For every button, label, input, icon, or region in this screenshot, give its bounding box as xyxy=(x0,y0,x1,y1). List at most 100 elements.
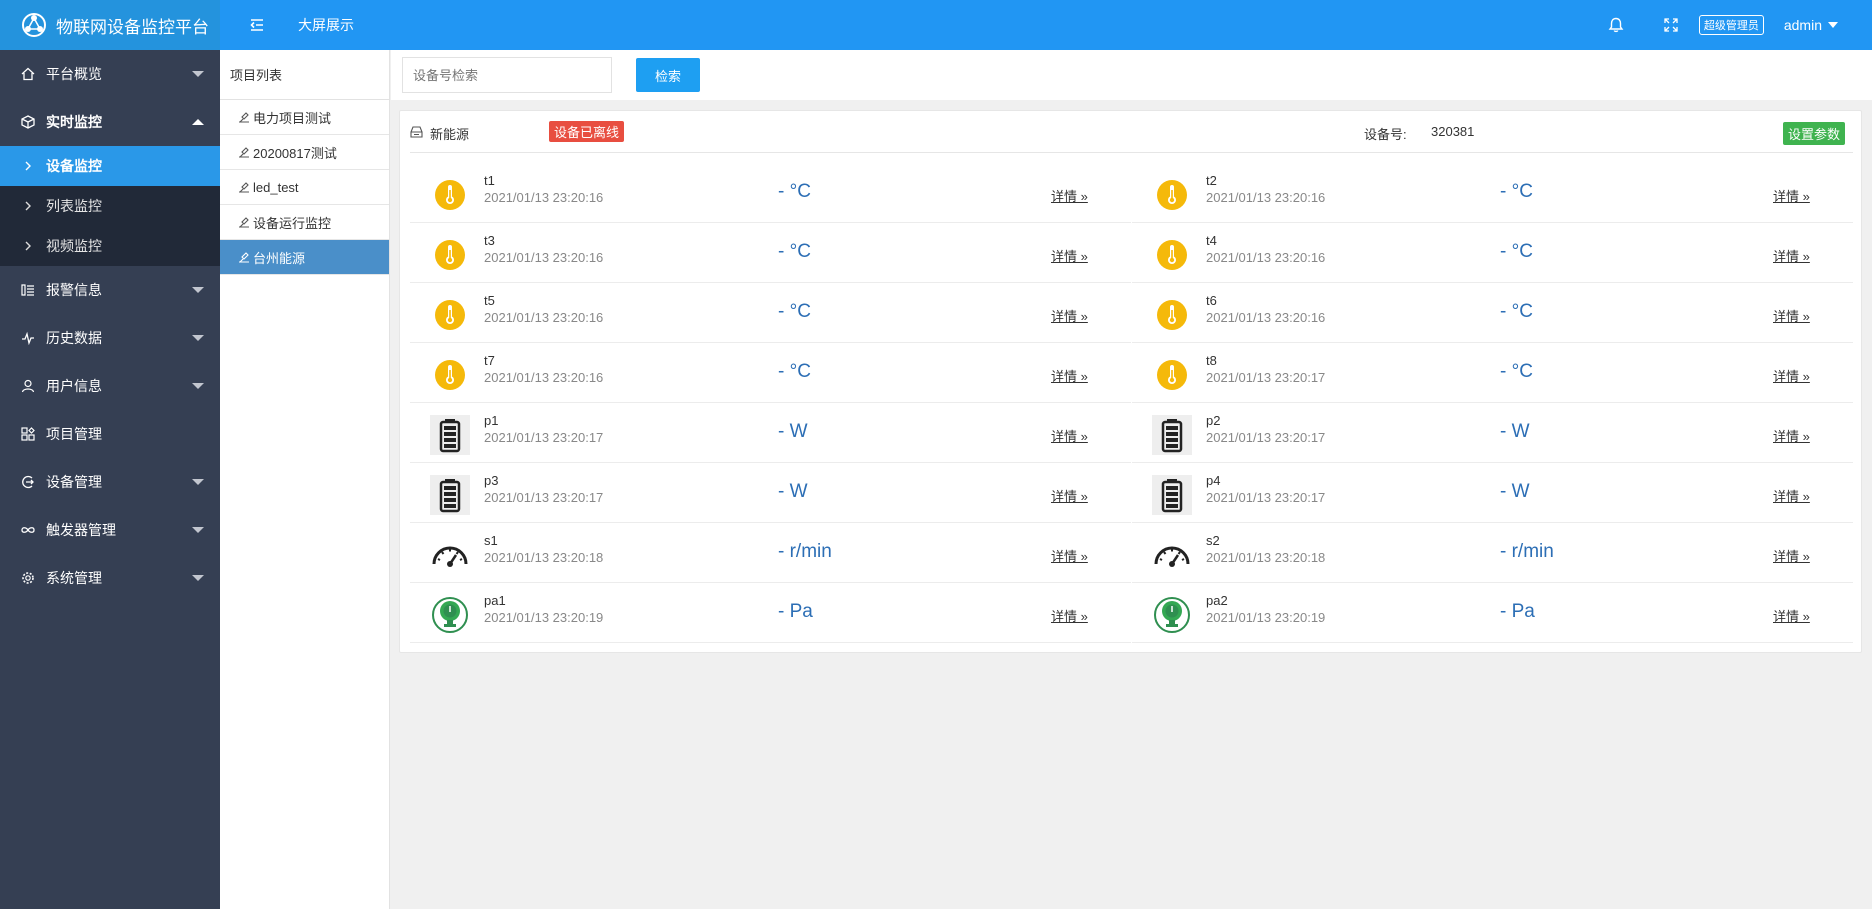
sidebar-item-label: 用户信息 xyxy=(46,378,102,394)
sidebar-item-history[interactable]: 历史数据 xyxy=(0,314,220,362)
sensor-timestamp: 2021/01/13 23:20:17 xyxy=(484,490,604,505)
project-item-label: 台州能源 xyxy=(253,250,306,266)
alarm-list-icon xyxy=(20,282,36,298)
sidebar-item-label: 实时监控 xyxy=(46,114,102,130)
sensor-name: s2 xyxy=(1206,533,1220,548)
sensor-value: - °C xyxy=(1500,241,1533,262)
sensor-value: - W xyxy=(1500,421,1530,442)
sensor-name: pa2 xyxy=(1206,593,1228,608)
device-search-input[interactable] xyxy=(402,57,612,93)
battery-icon xyxy=(428,473,472,517)
project-item[interactable]: 20200817测试 xyxy=(220,135,389,170)
sensor-name: p4 xyxy=(1206,473,1221,488)
project-item[interactable]: 台州能源 xyxy=(220,240,389,275)
sidebar-item-label: 项目管理 xyxy=(46,426,102,442)
caret-down-icon xyxy=(192,71,204,77)
detail-link[interactable]: 详情 » xyxy=(1051,426,1088,445)
sensor-column-right: t2 2021/01/13 23:20:16 - °C 详情 » t4 2021/01/1… xyxy=(1132,163,1853,643)
detail-link[interactable]: 详情 » xyxy=(1773,426,1810,445)
sensor-name: t7 xyxy=(484,353,495,368)
detail-link[interactable]: 详情 » xyxy=(1773,186,1810,205)
detail-link[interactable]: 详情 » xyxy=(1051,606,1088,625)
sensor-value: - °C xyxy=(1500,361,1533,382)
search-button[interactable]: 检索 xyxy=(636,58,700,92)
sensor-timestamp: 2021/01/13 23:20:17 xyxy=(1206,370,1326,385)
sensor-name: t5 xyxy=(484,293,495,308)
topbar: 大屏展示 超级管理员 admin xyxy=(220,0,1872,50)
sensor-row: t6 2021/01/13 23:20:16 - °C 详情 » xyxy=(1132,283,1853,343)
chevron-right-icon xyxy=(20,201,36,211)
thermometer-icon xyxy=(428,233,472,277)
pressure-icon xyxy=(428,593,472,637)
project-item[interactable]: 电力项目测试 xyxy=(220,100,389,135)
caret-down-icon xyxy=(192,527,204,533)
sidebar-item-users[interactable]: 用户信息 xyxy=(0,362,220,410)
gauge-icon xyxy=(1150,533,1194,577)
detail-link[interactable]: 详情 » xyxy=(1051,246,1088,265)
caret-down-icon xyxy=(1828,22,1838,28)
fullscreen-icon[interactable] xyxy=(1663,17,1679,33)
detail-link[interactable]: 详情 » xyxy=(1773,366,1810,385)
thermometer-icon xyxy=(1150,173,1194,217)
detail-link[interactable]: 详情 » xyxy=(1051,306,1088,325)
sensor-timestamp: 2021/01/13 23:20:19 xyxy=(484,610,604,625)
sensor-value: - W xyxy=(1500,481,1530,502)
sidebar-item-system[interactable]: 系统管理 xyxy=(0,554,220,602)
sensor-timestamp: 2021/01/13 23:20:16 xyxy=(484,370,604,385)
detail-link[interactable]: 详情 » xyxy=(1051,546,1088,565)
sidebar-subitem-device-monitor[interactable]: 设备监控 xyxy=(0,146,220,186)
battery-icon xyxy=(1150,413,1194,457)
detail-link[interactable]: 详情 » xyxy=(1773,306,1810,325)
project-icon xyxy=(239,182,249,193)
project-item[interactable]: led_test xyxy=(220,170,389,205)
sidebar-item-devices[interactable]: 设备管理 xyxy=(0,458,220,506)
sidebar-item-triggers[interactable]: 触发器管理 xyxy=(0,506,220,554)
sidebar-subitem-label: 设备监控 xyxy=(46,158,102,174)
sidebar-item-overview[interactable]: 平台概览 xyxy=(0,50,220,98)
sidebar-subitem-list-monitor[interactable]: 列表监控 xyxy=(0,186,220,226)
sidebar-item-label: 报警信息 xyxy=(46,282,102,298)
detail-link[interactable]: 详情 » xyxy=(1051,486,1088,505)
sidebar-item-label: 历史数据 xyxy=(46,330,102,346)
detail-link[interactable]: 详情 » xyxy=(1773,246,1810,265)
sensor-name: t8 xyxy=(1206,353,1217,368)
sensor-name: t4 xyxy=(1206,233,1217,248)
set-parameters-button[interactable]: 设置参数 xyxy=(1782,122,1845,145)
sensor-row: t7 2021/01/13 23:20:16 - °C 详情 » xyxy=(410,343,1131,403)
big-screen-link[interactable]: 大屏展示 xyxy=(298,15,354,35)
apps-icon xyxy=(20,426,36,442)
detail-link[interactable]: 详情 » xyxy=(1773,546,1810,565)
sidebar-item-alarms[interactable]: 报警信息 xyxy=(0,266,220,314)
project-item[interactable]: 设备运行监控 xyxy=(220,205,389,240)
username: admin xyxy=(1783,17,1822,33)
detail-link[interactable]: 详情 » xyxy=(1051,186,1088,205)
sidebar-item-label: 触发器管理 xyxy=(46,522,116,538)
detail-link[interactable]: 详情 » xyxy=(1773,486,1810,505)
detail-link[interactable]: 详情 » xyxy=(1051,366,1088,385)
bell-icon[interactable] xyxy=(1607,16,1625,34)
detail-link[interactable]: 详情 » xyxy=(1773,606,1810,625)
gauge-icon xyxy=(428,533,472,577)
sensor-row: s2 2021/01/13 23:20:18 - r/min 详情 » xyxy=(1132,523,1853,583)
sidebar-subitem-video-monitor[interactable]: 视频监控 xyxy=(0,226,220,266)
sensor-row: pa2 2021/01/13 23:20:19 - Pa 详情 » xyxy=(1132,583,1853,643)
sidebar-subitem-label: 列表监控 xyxy=(46,198,102,214)
device-card: 新能源 设备已离线 设备号: 320381 设置参数 t1 2021/01/13 … xyxy=(399,110,1862,653)
device-name: 新能源 xyxy=(430,127,470,142)
sensor-value: - r/min xyxy=(1500,541,1554,562)
project-item-label: 20200817测试 xyxy=(253,145,337,161)
cube-icon xyxy=(20,114,36,130)
sensor-row: p4 2021/01/13 23:20:17 - W 详情 » xyxy=(1132,463,1853,523)
sensor-value: - W xyxy=(778,421,808,442)
sidebar-item-realtime[interactable]: 实时监控 xyxy=(0,98,220,146)
gear-icon xyxy=(20,570,36,586)
sensor-value: - °C xyxy=(1500,301,1533,322)
sidebar-item-projects[interactable]: 项目管理 xyxy=(0,410,220,458)
user-menu[interactable]: admin xyxy=(1784,17,1838,33)
sidebar-subitem-label: 视频监控 xyxy=(46,238,102,254)
battery-icon xyxy=(428,413,472,457)
pressure-icon xyxy=(1150,593,1194,637)
device-icon xyxy=(20,474,36,490)
sensor-row: p3 2021/01/13 23:20:17 - W 详情 » xyxy=(410,463,1131,523)
menu-toggle-icon[interactable] xyxy=(248,16,266,34)
